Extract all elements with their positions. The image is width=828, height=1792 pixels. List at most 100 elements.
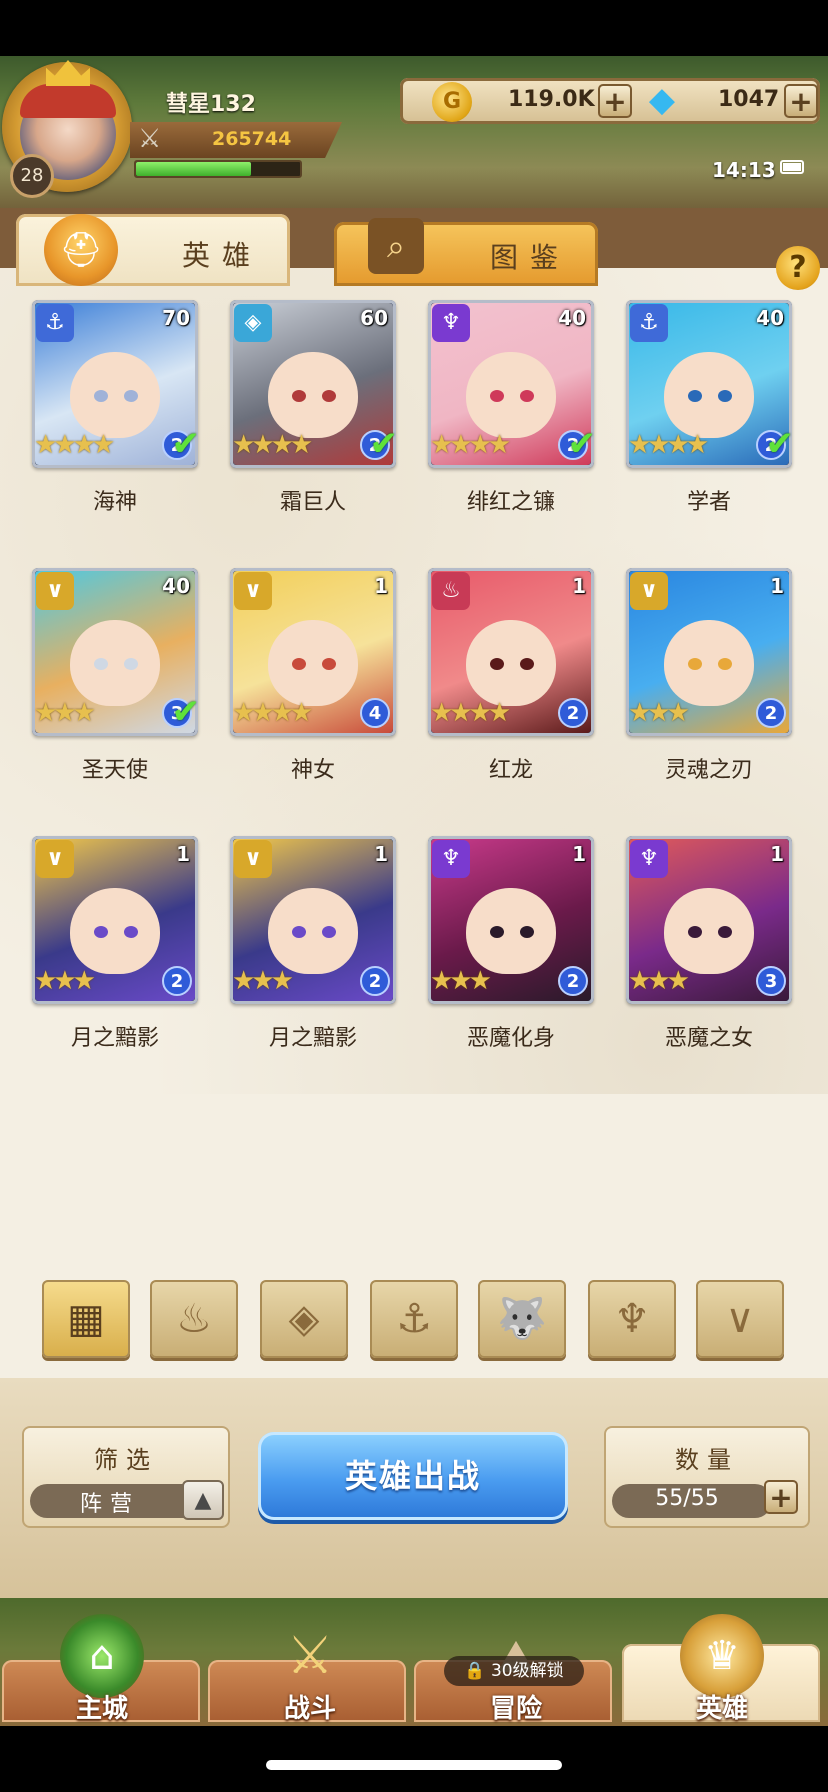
faction-filter-button[interactable]: ⚓ (370, 1280, 458, 1358)
help-button[interactable]: ? (776, 246, 820, 290)
hero-name: 恶魔之女 (664, 1026, 753, 1051)
ice-icon: ◈ (234, 304, 272, 342)
deployed-check-icon: ✔ (567, 424, 595, 464)
hero-card[interactable]: ⚓ 70 ★★★★ 2 ✔ (32, 300, 198, 468)
hero-rank-badge: 2 (558, 698, 588, 728)
nav-home-label: 主城 (75, 1694, 128, 1724)
hero-name: 灵魂之刃 (664, 758, 753, 783)
hero-eye (292, 390, 306, 402)
hero-card[interactable]: ∨ 1 ★★★★ 4 (230, 568, 396, 736)
system-bar (0, 1726, 828, 1792)
hero-eye (718, 390, 732, 402)
hero-card[interactable]: ♨ 1 ★★★★ 2 (428, 568, 594, 736)
hero-rank-badge: 2 (756, 698, 786, 728)
deploy-heroes-button[interactable]: 英雄出战 (258, 1432, 568, 1520)
hero-eye (292, 658, 306, 670)
nav-adventure-label: 冒险 (489, 1694, 542, 1724)
star-rating: ★★★ (430, 966, 492, 996)
crossed-swords-nav-icon: ⚔ (286, 1626, 334, 1686)
hero-card[interactable]: ∨ 1 ★★★ 2 (32, 836, 198, 1004)
hero-name: 学者 (686, 490, 731, 515)
hero-eye (124, 926, 138, 938)
avatar-hair (20, 84, 116, 118)
player-name: 彗星132 (166, 92, 256, 117)
hero-level: 1 (176, 842, 190, 866)
add-gold-button[interactable]: + (598, 84, 632, 118)
hero-level: 1 (572, 842, 586, 866)
hero-eye (124, 390, 138, 402)
holy-faction-icon: ∨ (725, 1296, 755, 1342)
faction-filter-button[interactable]: ♆ (588, 1280, 676, 1358)
faction-filter-button[interactable]: ◈ (260, 1280, 348, 1358)
grid-icon: ▦ (67, 1296, 105, 1342)
hero-level: 1 (374, 574, 388, 598)
star-rating: ★★★ (232, 966, 294, 996)
expand-capacity-button[interactable]: + (764, 1480, 798, 1514)
star-rating: ★★★★ (430, 698, 511, 728)
hero-card[interactable]: ♆ 1 ★★★ 3 (626, 836, 792, 1004)
hero-level: 60 (360, 306, 388, 330)
hero-card[interactable]: ∨ 1 ★★★ 2 (626, 568, 792, 736)
filter-value: 阵营 (79, 1492, 140, 1517)
hero-card[interactable]: ∨ 1 ★★★ 2 (230, 836, 396, 1004)
hero-eye (490, 390, 504, 402)
hero-name: 神女 (290, 758, 335, 783)
fire-faction-icon: ♨ (176, 1296, 212, 1342)
anchor-icon: ⚓ (36, 304, 74, 342)
hero-face (268, 352, 358, 438)
quantity-value: 55/55 (655, 1486, 719, 1511)
hero-name: 恶魔化身 (466, 1026, 555, 1051)
faction-filter-button[interactable]: 🐺 (478, 1280, 566, 1358)
hero-eye (520, 658, 534, 670)
hero-face (70, 620, 160, 706)
lock-text: 30级解锁 (490, 1661, 564, 1681)
faction-filter-button[interactable]: ▦ (42, 1280, 130, 1358)
demon-icon: ♆ (630, 840, 668, 878)
hero-face (268, 888, 358, 974)
holy-icon: ∨ (234, 572, 272, 610)
hero-name: 月之黯影 (70, 1026, 159, 1051)
hero-face (466, 352, 556, 438)
hero-eye (94, 390, 108, 402)
star-rating: ★★★ (34, 966, 96, 996)
faction-filter-button[interactable]: ∨ (696, 1280, 784, 1358)
holy-icon: ∨ (630, 572, 668, 610)
hero-eye (292, 926, 306, 938)
lock-badge: 🔒 30级解锁 (444, 1656, 584, 1686)
star-rating: ★★★★ (232, 698, 313, 728)
hero-card[interactable]: ♆ 40 ★★★★ 2 ✔ (428, 300, 594, 468)
star-rating: ★★★★ (232, 430, 313, 460)
hero-name: 霜巨人 (279, 490, 346, 515)
hero-eye (94, 926, 108, 938)
hero-card[interactable]: ♆ 1 ★★★ 2 (428, 836, 594, 1004)
hero-name: 绯红之镰 (466, 490, 555, 515)
star-rating: ★★★★ (628, 430, 709, 460)
nav-heroes-label: 英雄 (695, 1694, 748, 1724)
anchor-faction-icon: ⚓ (396, 1296, 432, 1342)
hero-name: 月之黯影 (268, 1026, 357, 1051)
hero-eye (124, 658, 138, 670)
nav-battle-label: 战斗 (283, 1694, 336, 1724)
filter-toggle-button[interactable]: ▲ (182, 1480, 224, 1520)
demon-icon: ♆ (432, 840, 470, 878)
diamond-icon: ◆ (648, 80, 676, 120)
deployed-check-icon: ✔ (369, 424, 397, 464)
hero-face (664, 352, 754, 438)
hero-eye (322, 390, 336, 402)
faction-filter-button[interactable]: ♨ (150, 1280, 238, 1358)
add-gems-button[interactable]: + (784, 84, 818, 118)
castle-icon: ⌂ (60, 1614, 144, 1698)
hero-card[interactable]: ∨ 40 ★★★ 3 ✔ (32, 568, 198, 736)
hero-eye (520, 926, 534, 938)
hero-card[interactable]: ⚓ 40 ★★★★ 2 ✔ (626, 300, 792, 468)
hero-rank-badge: 3 (756, 966, 786, 996)
hero-eye (688, 390, 702, 402)
hero-eye (94, 658, 108, 670)
player-level-badge: 28 (10, 154, 54, 198)
magnifier-icon: ⌕ (368, 218, 424, 274)
hero-name: 海神 (92, 490, 137, 515)
holy-icon: ∨ (36, 840, 74, 878)
home-indicator[interactable] (266, 1760, 562, 1770)
gem-value: 1047 (718, 87, 780, 112)
hero-card[interactable]: ◈ 60 ★★★★ 2 ✔ (230, 300, 396, 468)
